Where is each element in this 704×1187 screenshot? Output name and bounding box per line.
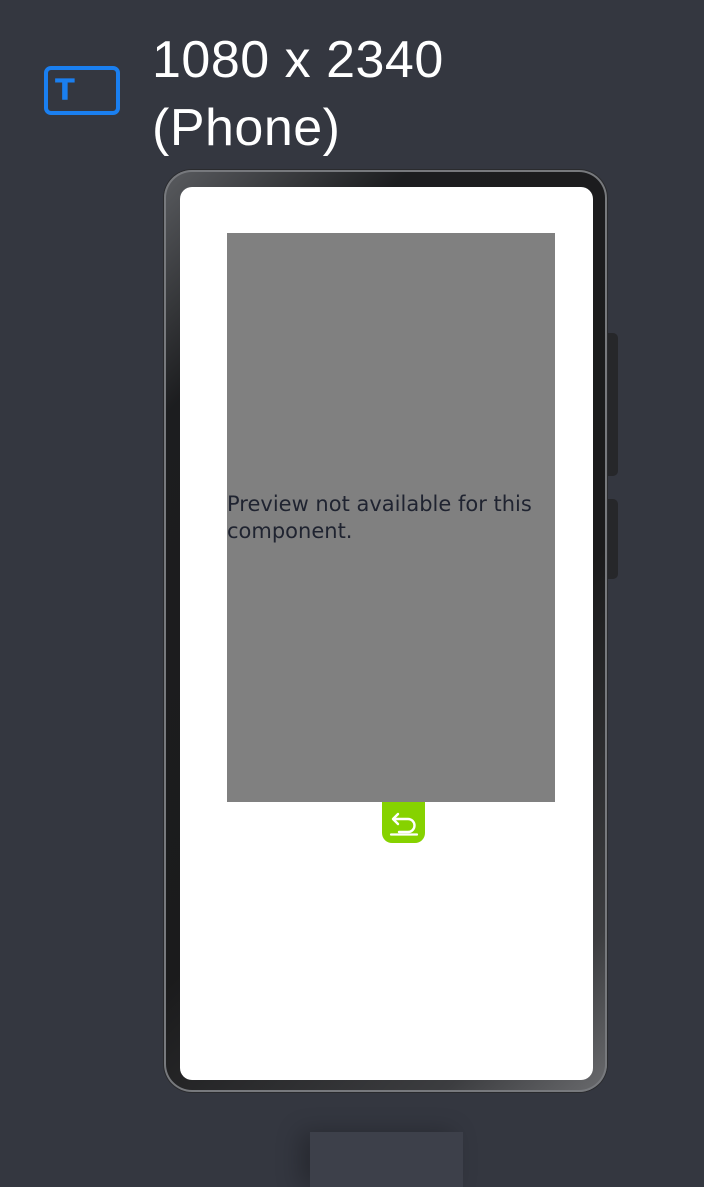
return-arrow-icon (389, 812, 418, 836)
preview-unavailable-message: Preview not available for this component… (227, 492, 532, 543)
phone-frame: Preview not available for this component… (164, 170, 618, 1092)
back-button[interactable] (382, 802, 425, 843)
preview-stage: T 1080 x 2340 (Phone) Preview not availa… (0, 0, 704, 1187)
phone-volume-button (608, 333, 618, 476)
bottom-panel (310, 1132, 463, 1187)
component-preview-placeholder: Preview not available for this component… (227, 233, 555, 802)
phone-screen: Preview not available for this component… (180, 187, 593, 1080)
device-resolution-title: 1080 x 2340 (Phone) (152, 26, 512, 162)
phone-power-button (608, 499, 618, 579)
device-icon-glyph: T (55, 73, 75, 107)
device-resolution: 1080 x 2340 (152, 31, 444, 89)
text-tablet-icon[interactable]: T (44, 66, 120, 115)
device-type: (Phone) (152, 99, 341, 157)
